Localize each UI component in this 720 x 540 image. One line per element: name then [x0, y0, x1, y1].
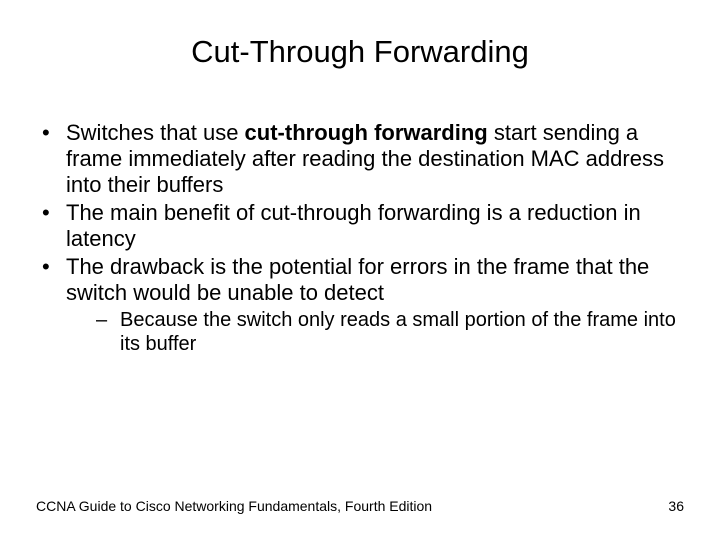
sub-bullet-text: Because the switch only reads a small po…	[120, 309, 676, 355]
list-item: The main benefit of cut-through forwardi…	[36, 200, 684, 252]
sub-bullet-list: Because the switch only reads a small po…	[66, 308, 684, 356]
page-number: 36	[668, 498, 684, 514]
bullet-list: Switches that use cut-through forwarding…	[36, 120, 684, 356]
footer-source: CCNA Guide to Cisco Networking Fundament…	[36, 498, 432, 514]
list-item: Switches that use cut-through forwarding…	[36, 120, 684, 198]
bullet-text-bold: cut-through forwarding	[245, 120, 488, 145]
list-item: The drawback is the potential for errors…	[36, 254, 684, 356]
bullet-text-pre: The main benefit of cut-through forwardi…	[66, 200, 641, 251]
slide-title: Cut-Through Forwarding	[36, 34, 684, 70]
bullet-text-pre: Switches that use	[66, 120, 245, 145]
footer: CCNA Guide to Cisco Networking Fundament…	[36, 498, 684, 514]
slide-container: Cut-Through Forwarding Switches that use…	[0, 0, 720, 540]
bullet-text-pre: The drawback is the potential for errors…	[66, 254, 649, 305]
sub-list-item: Because the switch only reads a small po…	[66, 308, 684, 356]
